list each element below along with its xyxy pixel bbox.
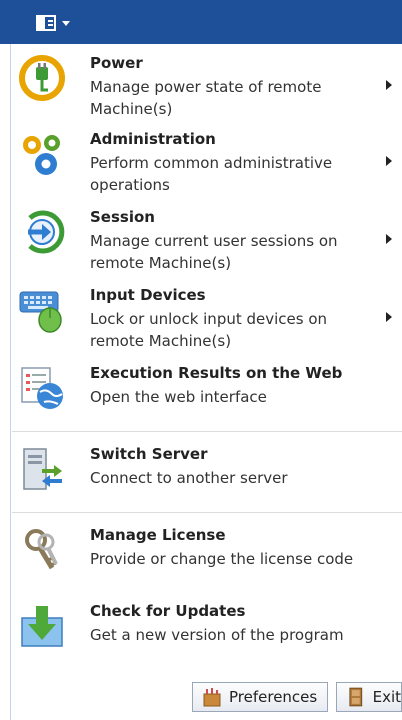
menu-item-description: Get a new version of the program — [90, 626, 344, 644]
keys-icon — [25, 529, 58, 570]
menu-item-title: Power — [90, 54, 143, 72]
menu-item-title: Session — [90, 208, 155, 226]
preferences-icon — [203, 688, 221, 707]
exit-label: Exit — [372, 688, 401, 706]
menu-item-description: Lock or unlock input devices on remote M… — [90, 310, 328, 350]
menu-item-description: Connect to another server — [90, 469, 288, 487]
menu-item-description: Manage power state of remote Machine(s) — [90, 78, 322, 118]
menu-separator — [12, 512, 402, 513]
keyboard-mouse-icon — [19, 291, 62, 333]
download-update-icon — [21, 606, 63, 647]
switch-server-icon — [23, 448, 62, 490]
application-menu-button[interactable] — [36, 12, 82, 34]
submenu-arrow-icon — [386, 156, 392, 166]
menu-item-title: Administration — [90, 130, 216, 148]
application-menu: Power Manage power state of remote Machi… — [12, 44, 402, 720]
menu-item-title: Switch Server — [90, 445, 208, 463]
exit-button[interactable]: Exit — [336, 682, 402, 712]
menu-item-description: Open the web interface — [90, 388, 267, 406]
submenu-arrow-icon — [386, 312, 392, 322]
submenu-arrow-icon — [386, 80, 392, 90]
menu-item-description: Manage current user sessions on remote M… — [90, 232, 338, 272]
menu-item-input-devices[interactable]: Input Devices Lock or unlock input devic… — [12, 278, 402, 352]
exit-door-icon — [349, 687, 363, 707]
menu-item-switch-server[interactable]: Switch Server Connect to another server — [12, 437, 402, 499]
menu-item-administration[interactable]: Administration Perform common administra… — [12, 122, 402, 196]
menu-item-title: Check for Updates — [90, 602, 246, 620]
submenu-arrow-icon — [386, 234, 392, 244]
menu-item-title: Manage License — [90, 526, 226, 544]
power-plug-icon — [19, 55, 65, 101]
menu-separator — [12, 431, 402, 432]
preferences-button[interactable]: Preferences — [192, 682, 328, 712]
menu-item-description: Perform common administrative operations — [90, 154, 333, 194]
preferences-label: Preferences — [229, 688, 318, 706]
menu-item-session[interactable]: Session Manage current user sessions on … — [12, 200, 402, 274]
title-bar — [0, 0, 402, 44]
menu-item-power[interactable]: Power Manage power state of remote Machi… — [12, 46, 402, 120]
menu-item-execution-results-web[interactable]: Execution Results on the Web Open the we… — [12, 356, 402, 418]
gears-icon — [23, 135, 60, 175]
application-menu-icon — [36, 15, 56, 31]
menu-left-edge — [0, 44, 11, 720]
menu-item-description: Provide or change the license code — [90, 550, 354, 568]
menu-item-title: Input Devices — [90, 286, 206, 304]
menu-item-manage-license[interactable]: Manage License Provide or change the lic… — [12, 518, 402, 592]
web-document-icon — [21, 367, 63, 409]
chevron-down-icon — [62, 20, 70, 26]
menu-item-check-for-updates[interactable]: Check for Updates Get a new version of t… — [12, 594, 402, 656]
menu-item-title: Execution Results on the Web — [90, 364, 343, 382]
session-arrow-icon — [28, 210, 65, 254]
